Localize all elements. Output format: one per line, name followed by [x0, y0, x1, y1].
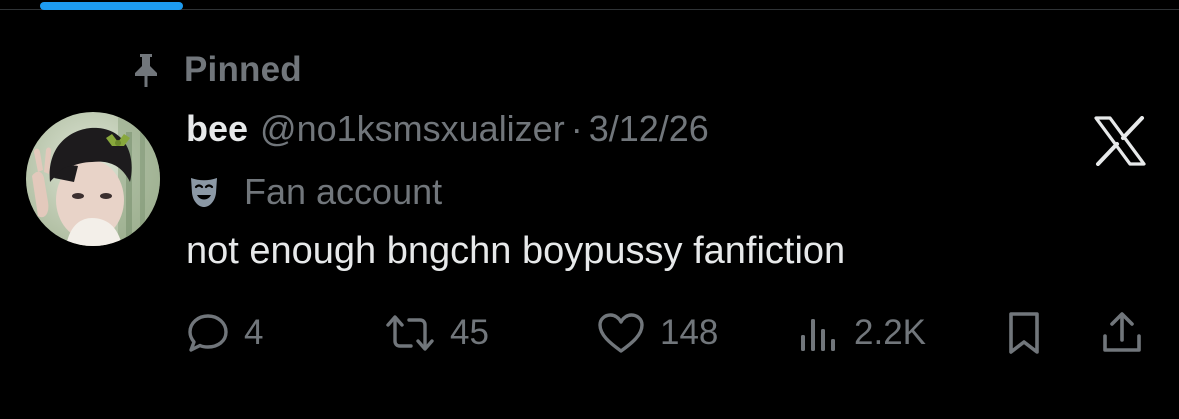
tweet-date[interactable]: 3/12/26 — [589, 108, 709, 150]
account-label: Fan account — [186, 164, 1086, 220]
like-button[interactable]: 148 — [596, 305, 718, 361]
header-separator: · — [570, 108, 583, 149]
author-display-name[interactable]: bee — [186, 108, 248, 150]
pinned-indicator: Pinned — [128, 48, 302, 92]
account-label-text: Fan account — [244, 171, 443, 212]
tweet-header: bee @no1ksmsxualizer · 3/12/26 — [186, 108, 1086, 158]
views-icon — [798, 311, 840, 355]
repost-count: 45 — [450, 313, 489, 352]
author-handle[interactable]: @no1ksmsxualizer — [260, 108, 565, 150]
reply-button[interactable]: 4 — [186, 305, 263, 361]
view-count: 2.2K — [854, 313, 926, 352]
reply-count: 4 — [244, 313, 264, 352]
pin-icon — [128, 50, 164, 90]
x-logo-icon — [1092, 116, 1148, 166]
bookmark-icon — [1004, 310, 1044, 356]
share-button[interactable] — [1100, 305, 1144, 361]
share-icon — [1100, 310, 1144, 356]
repost-button[interactable]: 45 — [384, 305, 489, 361]
views-button[interactable]: 2.2K — [798, 305, 926, 361]
theater-mask-icon — [186, 172, 222, 212]
like-count: 148 — [660, 313, 719, 352]
tweet-actions: 4 45 148 2.2K — [186, 305, 1156, 361]
active-tab-indicator — [40, 2, 183, 10]
pinned-label: Pinned — [184, 50, 302, 89]
heart-icon — [596, 311, 646, 355]
avatar[interactable] — [26, 112, 160, 246]
bookmark-button[interactable] — [1004, 305, 1044, 361]
tweet-text: not enough bngchn boypussy fanfiction — [186, 230, 846, 272]
repost-icon — [384, 311, 436, 355]
tweet-body: bee @no1ksmsxualizer · 3/12/26 Fan accou… — [186, 108, 1086, 280]
reply-icon — [186, 311, 230, 355]
